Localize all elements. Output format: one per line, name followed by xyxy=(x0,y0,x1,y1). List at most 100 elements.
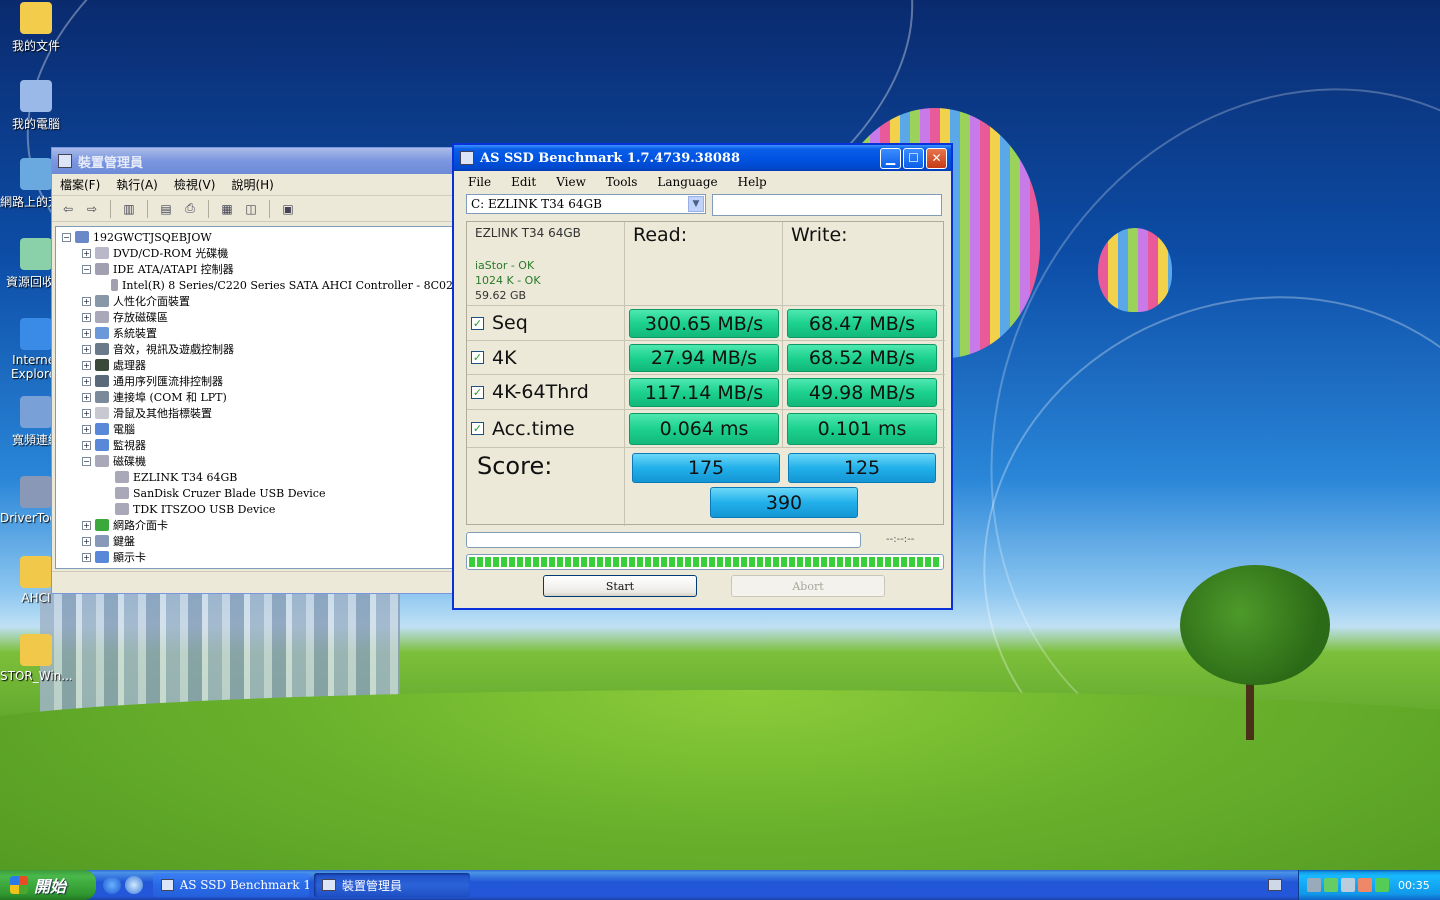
drive-select[interactable]: C: EZLINK T34 64GB ▼ xyxy=(466,194,706,214)
menu-help[interactable]: 說明(H) xyxy=(231,176,273,193)
expand-icon[interactable]: + xyxy=(82,376,91,386)
expand-icon[interactable]: + xyxy=(82,552,91,562)
back-arrow-icon[interactable]: ⇦ xyxy=(58,200,78,218)
menu-view[interactable]: 檢視(V) xyxy=(174,176,216,193)
tray-safe-remove-icon[interactable] xyxy=(1324,878,1338,892)
desktop-icon[interactable]: STOR_Win... xyxy=(0,634,72,683)
menu-file[interactable]: File xyxy=(468,175,491,189)
test-checkbox[interactable]: ✓ xyxy=(471,351,484,364)
tree-node[interactable]: TDK ITSZOO USB Device xyxy=(56,501,453,517)
taskbar-task-button[interactable]: 裝置管理員 xyxy=(314,873,470,897)
abort-button[interactable]: Abort xyxy=(731,575,885,597)
read-result: 27.94 MB/s xyxy=(629,344,779,372)
taskbar-task-button[interactable]: AS SSD Benchmark 1.... xyxy=(153,873,309,897)
device-icon xyxy=(111,279,118,291)
tree-node[interactable]: + 鍵盤 xyxy=(56,533,453,549)
total-progress-fill xyxy=(469,557,941,567)
device-icon xyxy=(75,231,89,243)
tree-node[interactable]: + DVD/CD-ROM 光碟機 xyxy=(56,245,453,261)
view-icon[interactable]: ◫ xyxy=(241,200,261,218)
tree-node[interactable]: + 網路介面卡 xyxy=(56,517,453,533)
start-button[interactable]: Start xyxy=(543,575,697,597)
tree-node[interactable]: + 電腦 xyxy=(56,421,453,437)
desktop-icon[interactable]: 我的文件 xyxy=(0,2,72,54)
test-checkbox[interactable]: ✓ xyxy=(471,385,484,399)
expand-icon[interactable]: + xyxy=(82,328,91,338)
tray-update-icon[interactable] xyxy=(1375,878,1389,892)
chevron-down-icon[interactable]: ▼ xyxy=(688,196,704,212)
tree-node[interactable]: SanDisk Cruzer Blade USB Device xyxy=(56,485,453,501)
expand-icon[interactable]: + xyxy=(82,520,91,530)
show-desktop-icon[interactable] xyxy=(125,876,143,894)
properties-icon[interactable]: ▤ xyxy=(156,200,176,218)
internet-explorer-icon[interactable] xyxy=(103,876,121,894)
menu-file[interactable]: 檔案(F) xyxy=(60,176,100,193)
expand-icon[interactable]: + xyxy=(82,440,91,450)
volume-icon[interactable] xyxy=(1358,878,1372,892)
tray-display-icon[interactable] xyxy=(1341,878,1355,892)
tree-node[interactable]: + 顯示卡 xyxy=(56,549,453,565)
as-ssd-titlebar[interactable]: AS SSD Benchmark 1.7.4739.38088 ▁ ☐ ✕ xyxy=(454,145,951,171)
menu-edit[interactable]: Edit xyxy=(511,175,536,189)
tree-node[interactable]: − IDE ATA/ATAPI 控制器 xyxy=(56,261,453,277)
test-row-label: ✓ Seq xyxy=(467,306,625,341)
help-icon[interactable]: ▦ xyxy=(217,200,237,218)
tree-node[interactable]: + 存放磁碟區 xyxy=(56,309,453,325)
expand-icon[interactable]: + xyxy=(82,312,91,322)
tree-node[interactable]: + 系統裝置 xyxy=(56,325,453,341)
test-checkbox[interactable]: ✓ xyxy=(471,422,484,435)
print-icon[interactable]: ⎙ xyxy=(180,200,200,218)
expand-icon[interactable]: + xyxy=(82,248,91,258)
elapsed-timer: --:--:-- xyxy=(886,534,915,545)
expand-icon[interactable]: + xyxy=(82,296,91,306)
tree-node[interactable]: − 192GWCTJSQEBJOW xyxy=(56,229,453,245)
collapse-icon[interactable]: − xyxy=(62,232,71,242)
tree-node[interactable]: + 通用序列匯流排控制器 xyxy=(56,373,453,389)
expand-icon[interactable]: + xyxy=(82,392,91,402)
device-icon xyxy=(95,247,109,259)
keyboard-language-icon[interactable] xyxy=(1268,879,1282,891)
menu-action[interactable]: 執行(A) xyxy=(116,176,158,193)
expand-icon[interactable]: + xyxy=(82,408,91,418)
collapse-icon[interactable]: − xyxy=(82,264,91,274)
menu-view[interactable]: View xyxy=(556,175,586,189)
expand-icon[interactable]: + xyxy=(82,360,91,370)
device-manager-menubar: 檔案(F) 執行(A) 檢視(V) 說明(H) xyxy=(52,174,454,196)
tree-node[interactable]: + 監視器 xyxy=(56,437,453,453)
expand-icon[interactable]: + xyxy=(82,424,91,434)
start-button[interactable]: 開始 xyxy=(0,870,96,900)
tree-node[interactable]: + 連接埠 (COM 和 LPT) xyxy=(56,389,453,405)
device-manager-titlebar[interactable]: 裝置管理員 xyxy=(52,148,454,174)
device-tree[interactable]: −192GWCTJSQEBJOW + DVD/CD-ROM 光碟機 − IDE ATA/… xyxy=(55,226,454,569)
tree-node[interactable]: + 滑鼠及其他指標裝置 xyxy=(56,405,453,421)
close-button[interactable]: ✕ xyxy=(926,147,947,169)
collapse-icon[interactable]: − xyxy=(82,456,91,466)
tree-node[interactable]: − 磁碟機 xyxy=(56,453,453,469)
forward-arrow-icon[interactable]: ⇨ xyxy=(82,200,102,218)
toolbar-separator xyxy=(147,199,148,218)
task-label: 裝置管理員 xyxy=(342,878,403,893)
drive-path-field[interactable] xyxy=(712,194,942,216)
desktop-icon[interactable]: 我的電腦 xyxy=(0,80,72,132)
menu-help[interactable]: Help xyxy=(738,175,767,189)
as-ssd-window[interactable]: AS SSD Benchmark 1.7.4739.38088 ▁ ☐ ✕ Fi… xyxy=(452,143,953,610)
tray-network-icon[interactable] xyxy=(1307,878,1321,892)
maximize-button[interactable]: ☐ xyxy=(903,147,924,169)
device-manager-window[interactable]: 裝置管理員 檔案(F) 執行(A) 檢視(V) 說明(H) ⇦ ⇨ ▥ ▤ ⎙ … xyxy=(51,147,455,594)
tree-node[interactable]: Intel(R) 8 Series/C220 Series SATA AHCI … xyxy=(56,277,453,293)
expand-icon[interactable]: + xyxy=(82,536,91,546)
expand-icon[interactable]: + xyxy=(82,344,91,354)
minimize-button[interactable]: ▁ xyxy=(880,147,901,169)
drive-select-value: C: EZLINK T34 64GB xyxy=(471,197,602,211)
scan-hardware-icon[interactable]: ▣ xyxy=(278,200,298,218)
device-icon xyxy=(95,551,109,563)
menu-language[interactable]: Language xyxy=(657,175,717,189)
tree-node[interactable]: EZLINK T34 64GB xyxy=(56,469,453,485)
show-hide-tree-icon[interactable]: ▥ xyxy=(119,200,139,218)
tree-node[interactable]: + 音效，視訊及遊戲控制器 xyxy=(56,341,453,357)
test-checkbox[interactable]: ✓ xyxy=(471,316,484,330)
menu-tools[interactable]: Tools xyxy=(606,175,638,189)
tree-node[interactable]: + 人性化介面裝置 xyxy=(56,293,453,309)
tree-node[interactable]: + 處理器 xyxy=(56,357,453,373)
desktop-icon-image xyxy=(20,396,52,428)
